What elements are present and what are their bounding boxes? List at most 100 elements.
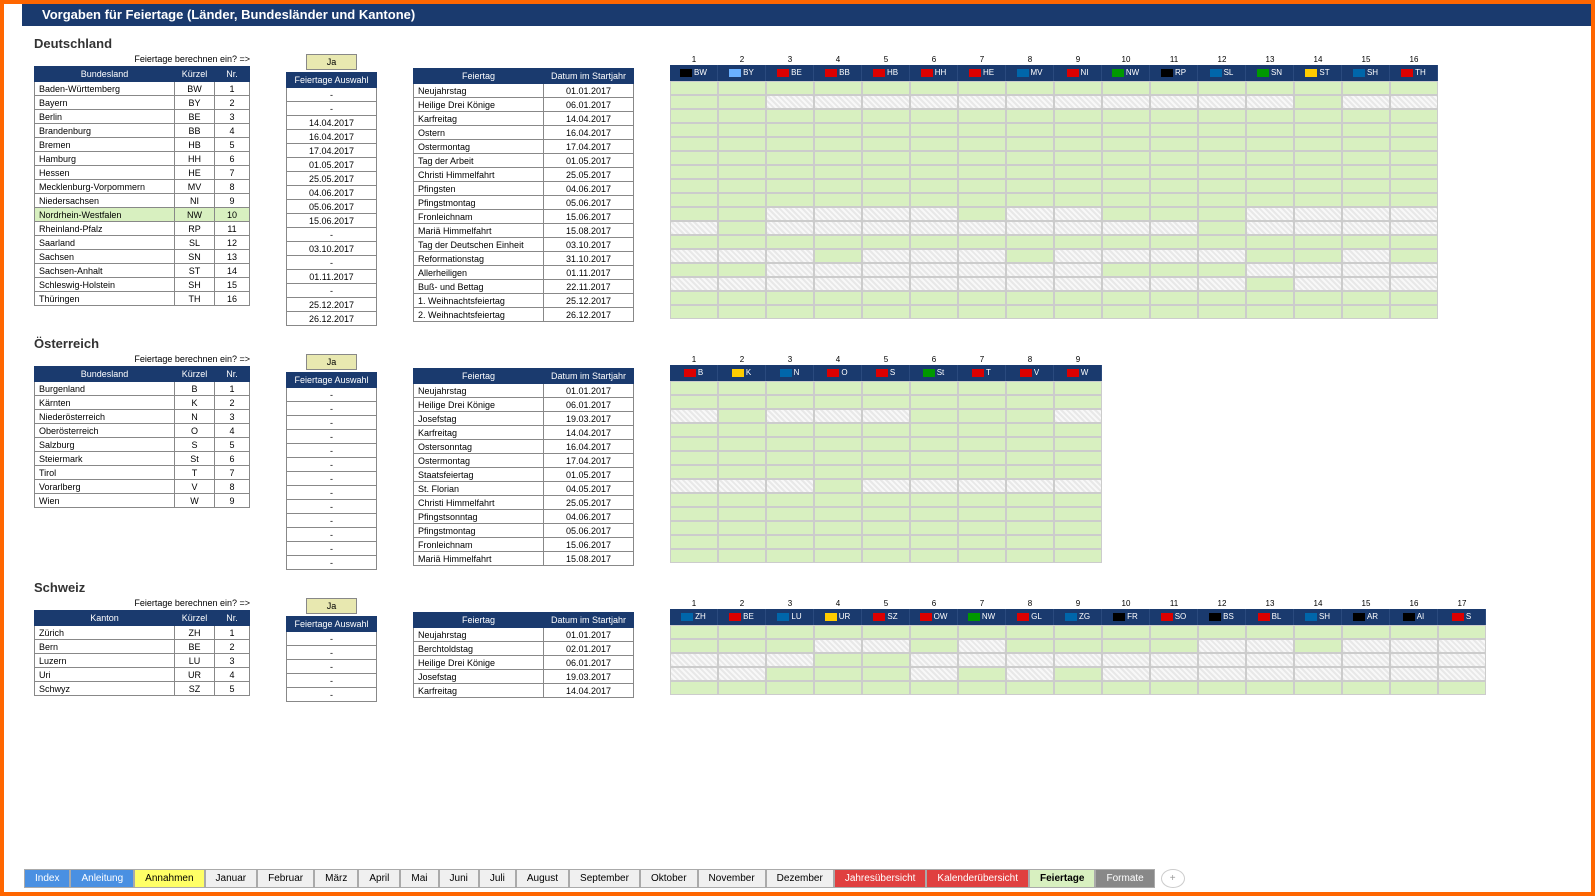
matrix-cell[interactable]: [1102, 667, 1150, 681]
matrix-cell[interactable]: [862, 639, 910, 653]
matrix-cell[interactable]: [910, 137, 958, 151]
matrix-cell[interactable]: [1006, 381, 1054, 395]
matrix-cell[interactable]: [1246, 291, 1294, 305]
matrix-cell[interactable]: [1054, 381, 1102, 395]
matrix-cell[interactable]: [1246, 263, 1294, 277]
table-row[interactable]: ZürichZH1: [35, 626, 250, 640]
matrix-cell[interactable]: [862, 137, 910, 151]
matrix-cell[interactable]: [910, 653, 958, 667]
matrix-cell[interactable]: [1054, 249, 1102, 263]
matrix-cell[interactable]: [718, 535, 766, 549]
matrix-cell[interactable]: [958, 521, 1006, 535]
table-row[interactable]: -: [287, 514, 377, 528]
sheet-tab-januar[interactable]: Januar: [205, 869, 258, 888]
matrix-cell[interactable]: [670, 521, 718, 535]
matrix-cell[interactable]: [1198, 123, 1246, 137]
table-row[interactable]: Karfreitag14.04.2017: [414, 426, 634, 440]
matrix-cell[interactable]: [1294, 95, 1342, 109]
matrix-cell[interactable]: [1390, 165, 1438, 179]
matrix-cell[interactable]: [958, 179, 1006, 193]
matrix-row[interactable]: [670, 653, 1486, 667]
matrix-cell[interactable]: [1150, 249, 1198, 263]
matrix-cell[interactable]: [1390, 221, 1438, 235]
matrix-cell[interactable]: [766, 109, 814, 123]
matrix-cell[interactable]: [862, 305, 910, 319]
matrix-cell[interactable]: [1054, 277, 1102, 291]
matrix-cell[interactable]: [862, 507, 910, 521]
matrix-cell[interactable]: [1150, 667, 1198, 681]
matrix-cell[interactable]: [718, 465, 766, 479]
sheet-tab-mai[interactable]: Mai: [400, 869, 438, 888]
matrix-cell[interactable]: [718, 109, 766, 123]
table-row[interactable]: Nordrhein-WestfalenNW10: [35, 208, 250, 222]
matrix-cell[interactable]: [814, 277, 862, 291]
matrix-cell[interactable]: [814, 451, 862, 465]
matrix-cell[interactable]: [1054, 493, 1102, 507]
matrix-cell[interactable]: [718, 451, 766, 465]
matrix-cell[interactable]: [1390, 109, 1438, 123]
matrix-cell[interactable]: [958, 681, 1006, 695]
matrix-cell[interactable]: [766, 423, 814, 437]
matrix-cell[interactable]: [718, 235, 766, 249]
matrix-cell[interactable]: [1342, 639, 1390, 653]
matrix-row[interactable]: [670, 409, 1102, 423]
matrix-cell[interactable]: [958, 437, 1006, 451]
matrix-cell[interactable]: [1246, 249, 1294, 263]
matrix-cell[interactable]: [862, 667, 910, 681]
matrix-cell[interactable]: [814, 653, 862, 667]
matrix-cell[interactable]: [670, 305, 718, 319]
table-row[interactable]: -: [287, 674, 377, 688]
matrix-cell[interactable]: [814, 549, 862, 563]
matrix-cell[interactable]: [814, 151, 862, 165]
matrix-cell[interactable]: [958, 451, 1006, 465]
table-row[interactable]: -: [287, 388, 377, 402]
add-sheet-button[interactable]: +: [1161, 869, 1185, 888]
matrix-body-at[interactable]: [670, 381, 1102, 563]
matrix-cell[interactable]: [1294, 165, 1342, 179]
matrix-cell[interactable]: [1198, 137, 1246, 151]
matrix-cell[interactable]: [1054, 479, 1102, 493]
table-row[interactable]: BayernBY2: [35, 96, 250, 110]
matrix-cell[interactable]: [1102, 681, 1150, 695]
matrix-cell[interactable]: [766, 193, 814, 207]
matrix-row[interactable]: [670, 81, 1438, 95]
matrix-body-ch[interactable]: [670, 625, 1486, 695]
matrix-cell[interactable]: [910, 95, 958, 109]
matrix-cell[interactable]: [1006, 549, 1054, 563]
table-row[interactable]: Karfreitag14.04.2017: [414, 684, 634, 698]
matrix-row[interactable]: [670, 479, 1102, 493]
table-row[interactable]: 03.10.2017: [287, 242, 377, 256]
matrix-cell[interactable]: [862, 493, 910, 507]
matrix-cell[interactable]: [910, 277, 958, 291]
table-row[interactable]: Schleswig-HolsteinSH15: [35, 278, 250, 292]
matrix-cell[interactable]: [862, 549, 910, 563]
matrix-cell[interactable]: [1390, 179, 1438, 193]
matrix-cell[interactable]: [862, 625, 910, 639]
matrix-cell[interactable]: [862, 653, 910, 667]
matrix-cell[interactable]: [1006, 123, 1054, 137]
matrix-cell[interactable]: [958, 95, 1006, 109]
matrix-cell[interactable]: [766, 535, 814, 549]
matrix-cell[interactable]: [862, 179, 910, 193]
matrix-cell[interactable]: [1150, 263, 1198, 277]
matrix-cell[interactable]: [1390, 653, 1438, 667]
table-row[interactable]: SchwyzSZ5: [35, 682, 250, 696]
matrix-cell[interactable]: [958, 667, 1006, 681]
matrix-cell[interactable]: [958, 165, 1006, 179]
matrix-cell[interactable]: [1342, 123, 1390, 137]
matrix-cell[interactable]: [1150, 193, 1198, 207]
matrix-cell[interactable]: [670, 263, 718, 277]
matrix-cell[interactable]: [718, 493, 766, 507]
matrix-cell[interactable]: [958, 249, 1006, 263]
matrix-cell[interactable]: [1102, 109, 1150, 123]
matrix-cell[interactable]: [718, 437, 766, 451]
matrix-row[interactable]: [670, 123, 1438, 137]
matrix-cell[interactable]: [1246, 95, 1294, 109]
sheet-tab-jahresübersicht[interactable]: Jahresübersicht: [834, 869, 927, 888]
matrix-cell[interactable]: [1342, 151, 1390, 165]
matrix-cell[interactable]: [718, 381, 766, 395]
table-row[interactable]: Buß- und Bettag22.11.2017: [414, 280, 634, 294]
matrix-cell[interactable]: [670, 207, 718, 221]
matrix-cell[interactable]: [1006, 277, 1054, 291]
matrix-cell[interactable]: [1054, 465, 1102, 479]
